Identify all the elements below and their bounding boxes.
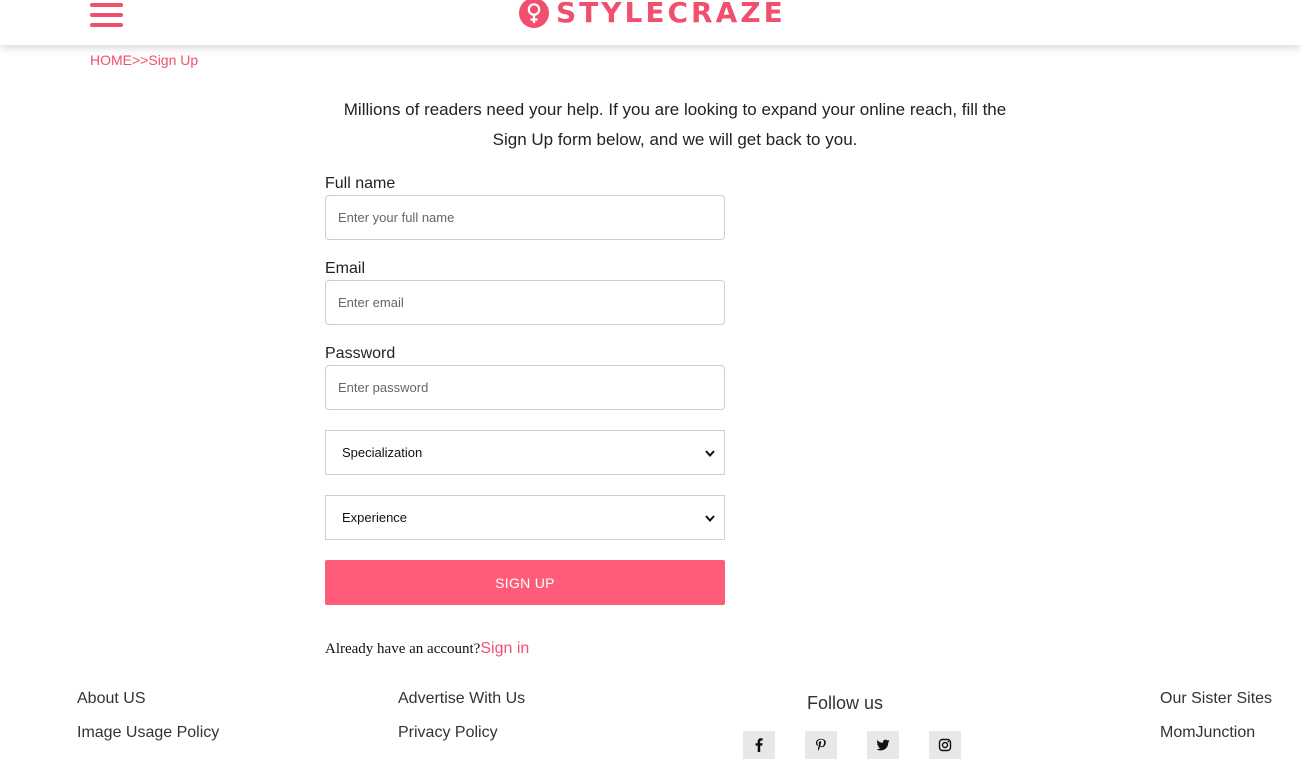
female-symbol-icon: [519, 0, 549, 28]
signin-prompt: Already have an account?Sign in: [325, 640, 529, 658]
footer-advertise-link[interactable]: Advertise With Us: [398, 690, 525, 708]
breadcrumb-separator: >>: [132, 52, 149, 68]
password-input[interactable]: [325, 365, 725, 410]
menu-bar: [90, 3, 123, 7]
twitter-icon[interactable]: [867, 731, 899, 759]
footer-privacy-link[interactable]: Privacy Policy: [398, 724, 498, 742]
sign-up-button[interactable]: SIGN UP: [325, 560, 725, 605]
hamburger-menu-icon[interactable]: [90, 3, 123, 27]
breadcrumb: HOME>>Sign Up: [90, 52, 198, 68]
facebook-icon[interactable]: [743, 731, 775, 759]
footer-momjunction-link[interactable]: MomJunction: [1160, 724, 1255, 742]
logo-text: STYLECRAZE: [556, 0, 786, 29]
menu-bar: [90, 23, 123, 27]
site-logo[interactable]: STYLECRAZE: [519, 0, 786, 28]
password-label: Password: [325, 345, 396, 362]
experience-selected: Experience: [342, 510, 408, 525]
experience-select[interactable]: Experience: [325, 495, 725, 540]
email-label: Email: [325, 260, 366, 277]
footer-about-link[interactable]: About US: [77, 690, 145, 708]
pinterest-icon[interactable]: [805, 731, 837, 759]
sign-in-link[interactable]: Sign in: [480, 640, 529, 657]
chevron-down-icon: [705, 514, 715, 522]
footer-sister-sites-link[interactable]: Our Sister Sites: [1160, 690, 1272, 708]
follow-us-title: Follow us: [807, 693, 884, 713]
specialization-select[interactable]: Specialization: [325, 430, 725, 475]
signin-prompt-text: Already have an account?: [325, 641, 481, 657]
full-name-label: Full name: [325, 175, 396, 192]
full-name-input[interactable]: [325, 195, 725, 240]
site-header: STYLECRAZE: [0, 0, 1301, 45]
footer-image-policy-link[interactable]: Image Usage Policy: [77, 724, 219, 742]
instagram-icon[interactable]: [929, 731, 961, 759]
email-input[interactable]: [325, 280, 725, 325]
breadcrumb-current: Sign Up: [148, 52, 199, 68]
chevron-down-icon: [705, 449, 715, 457]
intro-text: Millions of readers need your help. If y…: [343, 100, 1007, 149]
specialization-selected: Specialization: [342, 445, 423, 460]
menu-bar: [90, 13, 123, 17]
breadcrumb-home-link[interactable]: HOME: [90, 52, 132, 68]
